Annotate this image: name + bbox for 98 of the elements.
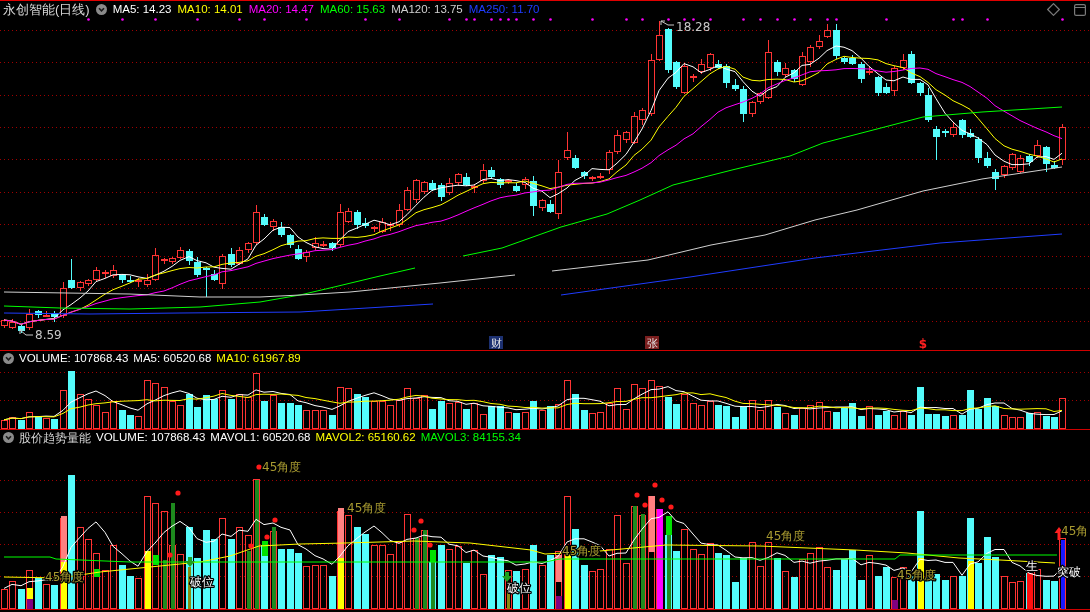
indicator-value: MA250: 11.70 — [468, 3, 540, 16]
marker-dot — [809, 18, 812, 21]
indicator-value: VOLUME: 107868.43 — [19, 352, 129, 365]
signal-bar — [414, 538, 419, 609]
signal-bar — [564, 554, 571, 609]
marker-dot — [398, 18, 401, 21]
indicator-value: MA20: 14.47 — [248, 3, 314, 16]
indicator-value: MAVOL1: 60520.68 — [210, 431, 311, 444]
marker-dot — [364, 18, 367, 21]
diamond-icon[interactable] — [1047, 3, 1060, 16]
leader-arrow — [19, 329, 34, 336]
indicator-value: MA60: 15.63 — [319, 3, 386, 16]
high-price-label: 18.28 — [676, 20, 711, 34]
signal-dot — [634, 492, 640, 498]
stock-title: 永创智能(日线) — [3, 3, 90, 16]
marker-dot — [549, 18, 552, 21]
indicator-value: MA5: 60520.68 — [133, 352, 212, 365]
indicator-value: MAVOL2: 65160.62 — [315, 431, 416, 444]
signal-dot — [175, 490, 181, 496]
marker-dot — [625, 18, 628, 21]
signal-bar — [261, 541, 268, 556]
marker-dot — [448, 18, 451, 21]
indicator-title: 股价趋势量能 — [19, 431, 91, 444]
marker-dot — [591, 18, 594, 21]
marker-dot — [87, 18, 90, 21]
marker-dot — [499, 18, 502, 21]
low-price-label: 8.59 — [35, 328, 62, 342]
marker-dot — [826, 18, 829, 21]
signal-bar — [188, 567, 191, 609]
marker-dot — [154, 18, 157, 21]
leader-arrow — [660, 20, 675, 26]
marker-dot — [961, 18, 964, 21]
marker-dot — [473, 18, 476, 21]
marker-dot — [263, 18, 266, 21]
marker-dot — [532, 18, 535, 21]
marker-dot — [986, 18, 989, 21]
angle-label: 45角 — [1061, 524, 1089, 538]
marker-dot — [465, 18, 468, 21]
marker-dot — [667, 18, 670, 21]
signal-dot — [652, 482, 658, 488]
indicator-value: MA10: 61967.89 — [216, 352, 301, 365]
signal-dot — [248, 543, 254, 549]
angle-label: 45角度 — [766, 529, 806, 543]
signal-bar — [555, 596, 562, 609]
marker-dot — [742, 18, 745, 21]
signal-dot — [659, 497, 665, 503]
signal-dot — [272, 517, 278, 523]
signal-bar — [162, 560, 167, 609]
signal-bar — [1026, 573, 1033, 609]
down-arrow-icon — [502, 572, 512, 582]
angle-label: 45角度 — [347, 501, 387, 515]
signal-label: 生 — [1026, 559, 1038, 573]
marker-dot — [709, 18, 712, 21]
marker-dot — [692, 18, 695, 21]
angle-label: 45角度 — [262, 460, 302, 474]
marker-dot — [515, 18, 518, 21]
event-badge[interactable]: 张 — [645, 336, 659, 350]
chevron-down-icon[interactable] — [3, 432, 14, 443]
marker-dot — [121, 18, 124, 21]
indicator-value: VOLUME: 107868.43 — [96, 431, 206, 444]
event-badge[interactable]: 财 — [489, 336, 503, 350]
indicator-value: MA10: 14.01 — [177, 3, 243, 16]
signal-bar — [891, 600, 898, 609]
signal-label: 突破 — [1057, 565, 1081, 579]
signal-dot — [427, 542, 433, 548]
marker-dot — [305, 18, 308, 21]
signal-dot — [256, 464, 262, 470]
indicator-value: MA5: 14.23 — [112, 3, 172, 16]
signal-dot — [411, 527, 417, 533]
marker-dot — [793, 18, 796, 21]
marker-dot — [759, 18, 762, 21]
signal-dot — [167, 552, 173, 558]
signal-dot — [642, 502, 648, 508]
signal-dot — [418, 518, 424, 524]
chevron-down-icon[interactable] — [3, 353, 14, 364]
marker-dot — [683, 18, 686, 21]
signal-bar — [967, 561, 974, 609]
marker-dot — [238, 18, 241, 21]
signal-dot — [668, 504, 674, 510]
square-icon[interactable] — [1074, 3, 1086, 16]
marker-dot — [776, 18, 779, 21]
marker-dot — [641, 18, 644, 21]
indicator-value: MA120: 13.75 — [391, 3, 463, 16]
marker-dot — [885, 18, 888, 21]
event-symbol[interactable]: $ — [918, 337, 928, 350]
signal-bar — [93, 569, 100, 577]
indicator-value: MAVOL3: 84155.34 — [420, 431, 521, 444]
down-arrow-icon — [185, 557, 195, 567]
signal-bar — [555, 555, 562, 582]
chevron-down-icon[interactable] — [95, 4, 107, 15]
marker-dot — [507, 18, 510, 21]
signal-bar — [246, 551, 251, 609]
marker-dot — [952, 18, 955, 21]
marker-dot — [196, 18, 199, 21]
marker-dot — [1061, 18, 1064, 21]
marker-dot — [490, 18, 493, 21]
marker-dot — [835, 18, 838, 21]
signal-dot — [264, 534, 270, 540]
